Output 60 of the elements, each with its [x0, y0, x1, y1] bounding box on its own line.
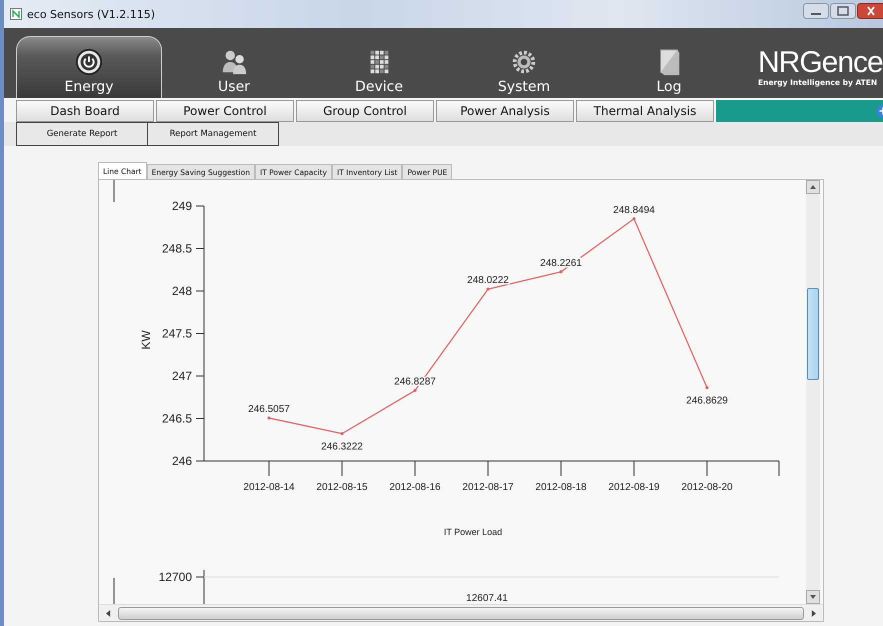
data-point [560, 270, 562, 274]
data-point [268, 416, 270, 420]
nav-tab[interactable]: User [161, 36, 307, 98]
vertical-scrollbar[interactable] [806, 180, 820, 604]
scrollbar-thumb[interactable] [807, 288, 819, 380]
horizontal-scrollbar[interactable] [99, 604, 823, 621]
x-tick-label: 2012-08-20 [681, 482, 733, 493]
app-icon [10, 8, 22, 20]
minimize-icon[interactable] [803, 3, 829, 19]
x-tick-label: 2012-08-14 [243, 482, 295, 493]
brand-logo: NRGence [758, 48, 883, 78]
y-tick-label: 247.5 [162, 326, 192, 340]
gear-icon [510, 48, 538, 76]
y-tick-label: 248.5 [162, 242, 192, 256]
menu-button[interactable]: Power Analysis [436, 100, 574, 122]
y-tick-label: 246 [172, 454, 192, 468]
power-icon [75, 48, 103, 76]
data-label: 246.5057 [248, 404, 290, 416]
menu-button[interactable]: Power Control [156, 100, 294, 122]
menu-button[interactable]: Dash Board [16, 100, 154, 122]
scrollbar-thumb[interactable] [118, 606, 804, 620]
scroll-right-arrow-icon[interactable] [811, 610, 816, 616]
menu-button[interactable]: Thermal Analysis [576, 100, 714, 122]
scroll-down-button[interactable] [806, 590, 820, 604]
data-point [486, 288, 490, 291]
close-icon[interactable] [857, 3, 883, 19]
x-tick-label: 2012-08-19 [608, 482, 660, 493]
submenu-button[interactable]: Report Management [147, 122, 279, 146]
data-point [632, 217, 636, 220]
y-axis-title: KW [139, 330, 153, 350]
x-tick-label: 2012-08-17 [462, 482, 514, 493]
data-label: 12607.41 [466, 593, 508, 604]
submenu-button[interactable]: Generate Report [16, 122, 148, 146]
y-axis [196, 570, 204, 604]
y-tick-label: 246.5 [162, 412, 192, 426]
maximize-icon[interactable] [830, 3, 856, 19]
data-label: 246.8629 [686, 396, 728, 407]
data-label: 248.0222 [467, 275, 509, 286]
data-label: 248.8494 [613, 204, 655, 216]
y-tick-label: 248 [172, 284, 192, 298]
data-label: 246.3222 [321, 442, 363, 453]
y-tick-label: 247 [172, 369, 192, 383]
x-tick-label: 2012-08-16 [389, 482, 441, 493]
scroll-up-button[interactable] [806, 180, 820, 194]
nav-tab[interactable]: Device [306, 36, 452, 98]
data-point [414, 389, 416, 392]
menu-button[interactable]: Group Control [296, 100, 434, 122]
nav-tab[interactable]: Log [596, 36, 742, 98]
y-tick-label: 249 [172, 199, 192, 213]
x-axis-title: IT Power Load [444, 527, 502, 537]
nav-tab[interactable]: Energy [16, 36, 162, 98]
data-point [706, 386, 708, 390]
x-tick-label: 2012-08-15 [316, 482, 368, 493]
x-tick-label: 2012-08-18 [535, 482, 587, 493]
users-icon [220, 48, 248, 76]
scroll-left-arrow-icon[interactable] [106, 610, 111, 616]
y-tick-label: 12700 [158, 570, 192, 584]
data-point [340, 432, 344, 436]
window-title: eco Sensors (V1.2.115) [27, 8, 156, 20]
nav-tab[interactable]: System [451, 36, 597, 98]
